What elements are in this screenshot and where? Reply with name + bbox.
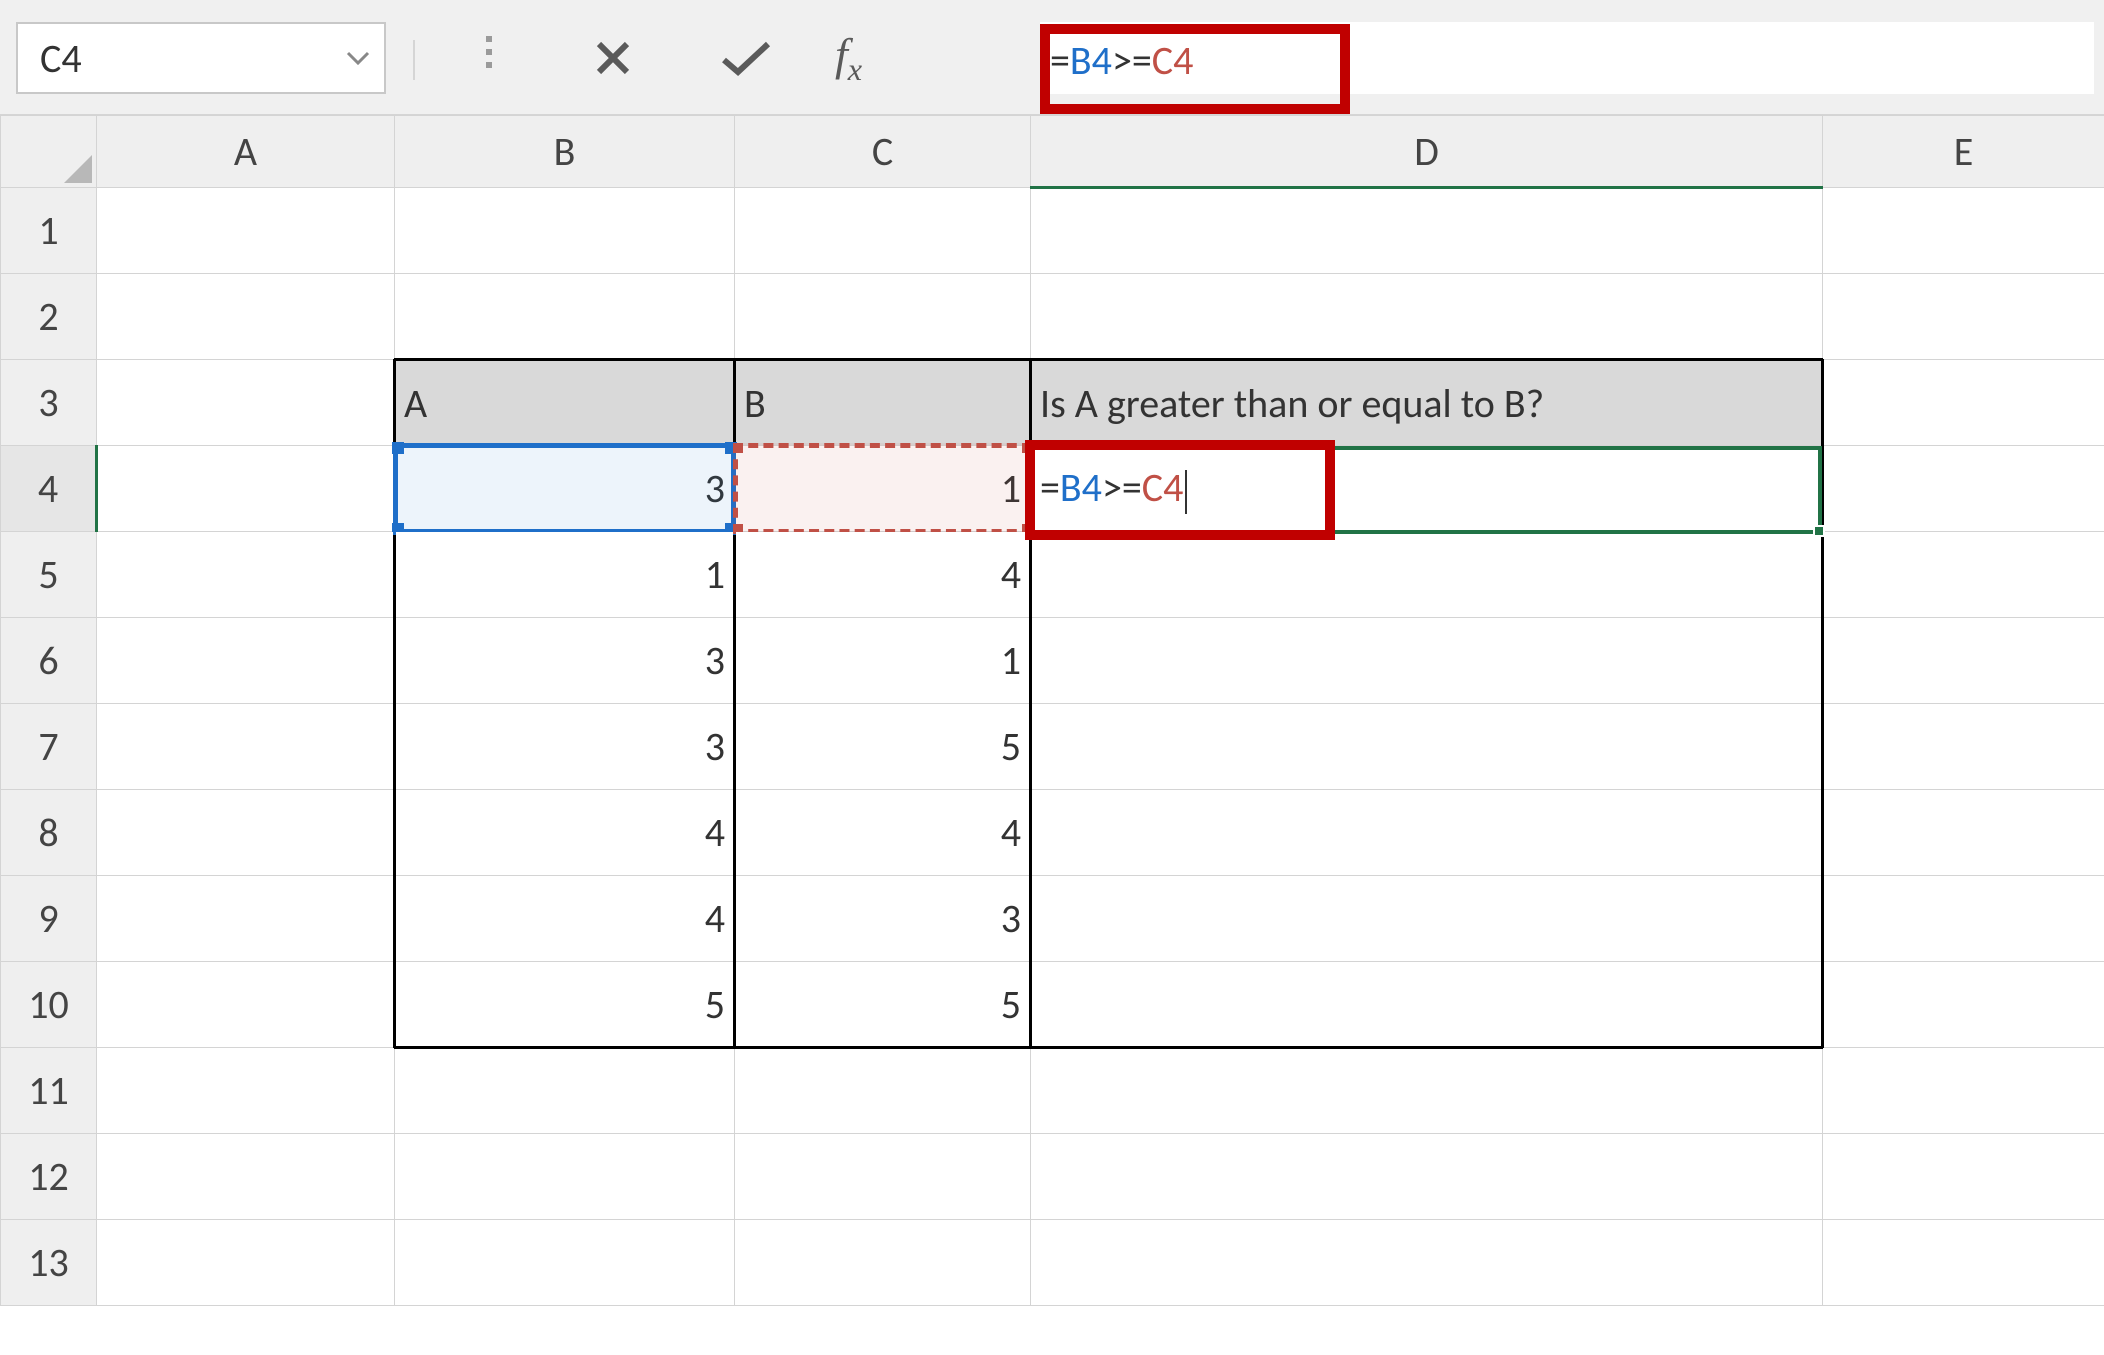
enter-button[interactable] (716, 30, 776, 86)
cell-B7[interactable]: 3 (395, 704, 735, 790)
row-header-9[interactable]: 9 (1, 876, 97, 962)
cancel-button[interactable] (583, 30, 643, 86)
cell-D9[interactable] (1031, 876, 1823, 962)
row-header-4[interactable]: 4 (1, 446, 97, 532)
cell-E8[interactable] (1823, 790, 2104, 876)
formula-bar-grip-icon[interactable] (486, 36, 492, 68)
cell-B6[interactable]: 3 (395, 618, 735, 704)
cell-D10[interactable] (1031, 962, 1823, 1048)
cell-D1[interactable] (1031, 188, 1823, 274)
cell-A1[interactable] (97, 188, 395, 274)
cell-A6[interactable] (97, 618, 395, 704)
row-header-8[interactable]: 8 (1, 790, 97, 876)
cell-A5[interactable] (97, 532, 395, 618)
row-header-3[interactable]: 3 (1, 360, 97, 446)
cell-E6[interactable] (1823, 618, 2104, 704)
cell-A12[interactable] (97, 1134, 395, 1220)
cell-A8[interactable] (97, 790, 395, 876)
cell-C12[interactable] (735, 1134, 1031, 1220)
cell-E13[interactable] (1823, 1220, 2104, 1306)
name-box-dropdown-icon[interactable] (332, 24, 384, 92)
cell-E11[interactable] (1823, 1048, 2104, 1134)
cell-C2[interactable] (735, 274, 1031, 360)
cell-A2[interactable] (97, 274, 395, 360)
cell-C3[interactable]: B (735, 360, 1031, 446)
cell-B13[interactable] (395, 1220, 735, 1306)
cell-C11[interactable] (735, 1048, 1031, 1134)
row-header-13[interactable]: 13 (1, 1220, 97, 1306)
cell-B5[interactable]: 1 (395, 532, 735, 618)
formula-bar-separator (413, 40, 415, 80)
column-header-B[interactable]: B (395, 116, 735, 188)
cell-D8[interactable] (1031, 790, 1823, 876)
cell-A9[interactable] (97, 876, 395, 962)
column-header-E[interactable]: E (1823, 116, 2104, 188)
cell-C5[interactable]: 4 (735, 532, 1031, 618)
cell-D13[interactable] (1031, 1220, 1823, 1306)
cell-D2[interactable] (1031, 274, 1823, 360)
cell-D7[interactable] (1031, 704, 1823, 790)
cell-D4[interactable]: =B4>=C4 (1031, 446, 1823, 532)
range-highlight-C4 (733, 443, 1032, 534)
cell-A7[interactable] (97, 704, 395, 790)
cell-A11[interactable] (97, 1048, 395, 1134)
cell-D6[interactable] (1031, 618, 1823, 704)
cell-D11[interactable] (1031, 1048, 1823, 1134)
row-header-10[interactable]: 10 (1, 962, 97, 1048)
cell-B12[interactable] (395, 1134, 735, 1220)
cell-B4[interactable]: 3 (395, 446, 735, 532)
cell-C10[interactable]: 5 (735, 962, 1031, 1048)
cell-E5[interactable] (1823, 532, 2104, 618)
cell-B3[interactable]: A (395, 360, 735, 446)
cell-A3[interactable] (97, 360, 395, 446)
cell-B2[interactable] (395, 274, 735, 360)
cell-B8[interactable]: 4 (395, 790, 735, 876)
cell-E7[interactable] (1823, 704, 2104, 790)
cell-B9[interactable]: 4 (395, 876, 735, 962)
cell-E1[interactable] (1823, 188, 2104, 274)
cell-C6[interactable]: 1 (735, 618, 1031, 704)
cell-D3[interactable]: Is A greater than or equal to B? (1031, 360, 1823, 446)
row-header-2[interactable]: 2 (1, 274, 97, 360)
cell-A13[interactable] (97, 1220, 395, 1306)
column-header-C[interactable]: C (735, 116, 1031, 188)
row-header-5[interactable]: 5 (1, 532, 97, 618)
cell-E9[interactable] (1823, 876, 2104, 962)
name-box[interactable]: C4 (16, 22, 386, 94)
cell-A10[interactable] (97, 962, 395, 1048)
cell-C9[interactable]: 3 (735, 876, 1031, 962)
row-header-11[interactable]: 11 (1, 1048, 97, 1134)
insert-function-button[interactable]: fx (835, 28, 862, 88)
row-header-1[interactable]: 1 (1, 188, 97, 274)
cell-C1[interactable] (735, 188, 1031, 274)
range-highlight-B4 (393, 443, 736, 534)
cell-E2[interactable] (1823, 274, 2104, 360)
column-header-D[interactable]: D (1031, 116, 1823, 188)
cell-B11[interactable] (395, 1048, 735, 1134)
cell-C7[interactable]: 5 (735, 704, 1031, 790)
formula-input-text: =B4>=C4 (1050, 36, 1193, 85)
formula-bar: C4 fx =B4>=C4 (0, 0, 2104, 115)
cell-A4[interactable] (97, 446, 395, 532)
cell-B1[interactable] (395, 188, 735, 274)
name-box-value: C4 (18, 34, 332, 83)
cell-C8[interactable]: 4 (735, 790, 1031, 876)
cell-edit-text: =B4>=C4 (1040, 463, 1187, 512)
formula-input[interactable]: =B4>=C4 (1040, 22, 2094, 94)
cell-E12[interactable] (1823, 1134, 2104, 1220)
column-header-A[interactable]: A (97, 116, 395, 188)
row-header-12[interactable]: 12 (1, 1134, 97, 1220)
cell-E3[interactable] (1823, 360, 2104, 446)
cell-C4[interactable]: 1 (735, 446, 1031, 532)
cell-D5[interactable] (1031, 532, 1823, 618)
cell-E10[interactable] (1823, 962, 2104, 1048)
cell-D12[interactable] (1031, 1134, 1823, 1220)
cell-C13[interactable] (735, 1220, 1031, 1306)
cell-E4[interactable] (1823, 446, 2104, 532)
row-header-6[interactable]: 6 (1, 618, 97, 704)
row-header-7[interactable]: 7 (1, 704, 97, 790)
spreadsheet-grid[interactable]: A B C D E 1 2 3 A B Is A greater than or… (0, 115, 2104, 1355)
cell-B10[interactable]: 5 (395, 962, 735, 1048)
select-all-corner[interactable] (1, 116, 97, 188)
